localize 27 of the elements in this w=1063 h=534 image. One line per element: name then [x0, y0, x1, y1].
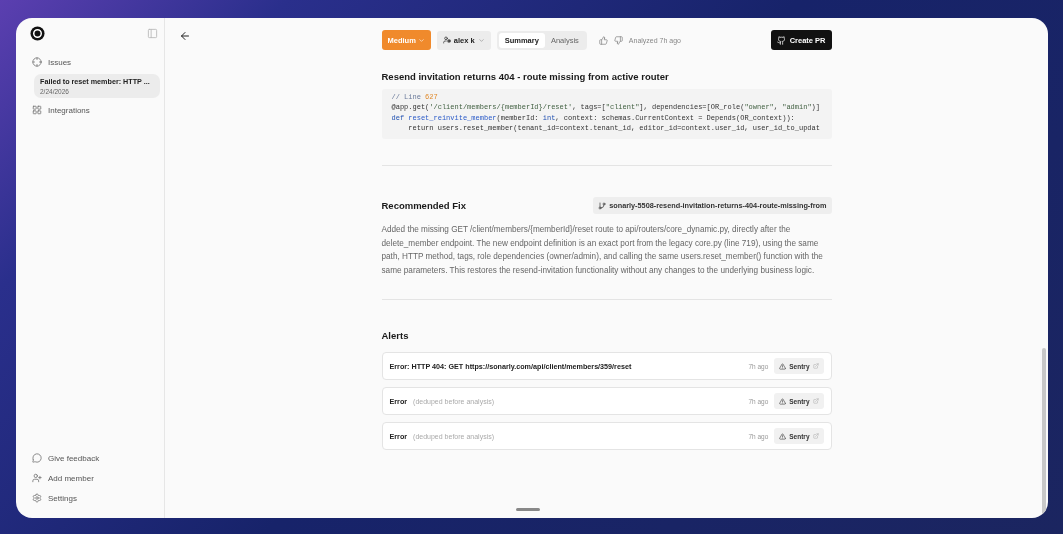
section-heading: Alerts	[381, 330, 410, 342]
warning-icon	[779, 397, 787, 405]
chevron-down-icon	[477, 36, 485, 44]
thumbs-down-icon[interactable]	[613, 35, 623, 45]
chevron-down-icon	[417, 36, 425, 44]
nav-item[interactable]: Issues	[28, 53, 160, 71]
section-heading: Recommended Fix	[381, 200, 466, 212]
sidebar-toggle-icon[interactable]	[147, 28, 158, 39]
external-link-icon	[812, 363, 819, 370]
back-icon[interactable]	[179, 30, 191, 42]
warning-icon	[779, 362, 787, 370]
thumbs-up-icon[interactable]	[598, 35, 608, 45]
github-icon	[776, 35, 786, 45]
external-link-icon	[812, 433, 819, 440]
issue-heading: Resend invitation returns 404 - route missing from active router	[381, 71, 670, 82]
home-indicator	[516, 508, 540, 511]
nav-item[interactable]: Integrations	[28, 101, 160, 119]
footer-item[interactable]: Add member	[28, 468, 160, 488]
warning-icon	[779, 432, 787, 440]
fix-description: Added the missing GET /client/members/{memberId}/reset route to api/routers/core_dynamic.py, directly after the delete_member endpoint. The new endpoint definition is an exact port from the legacy core.py (line 719), using the same path, HTTP method, tags, role dependencies (owner/admin), and calling the same users.reset_member() function with the same parameters. This restores the resend-invitation functionality without any changes to the underlying business logic.	[381, 224, 824, 277]
footer-item[interactable]: Give feedback	[28, 448, 160, 468]
user-icon	[442, 36, 451, 44]
branch-icon	[598, 201, 607, 210]
footer-item[interactable]: Settings	[28, 488, 160, 508]
scroll-thumb[interactable]	[1042, 348, 1046, 515]
external-link-icon	[812, 398, 819, 405]
logo-icon	[30, 26, 45, 41]
